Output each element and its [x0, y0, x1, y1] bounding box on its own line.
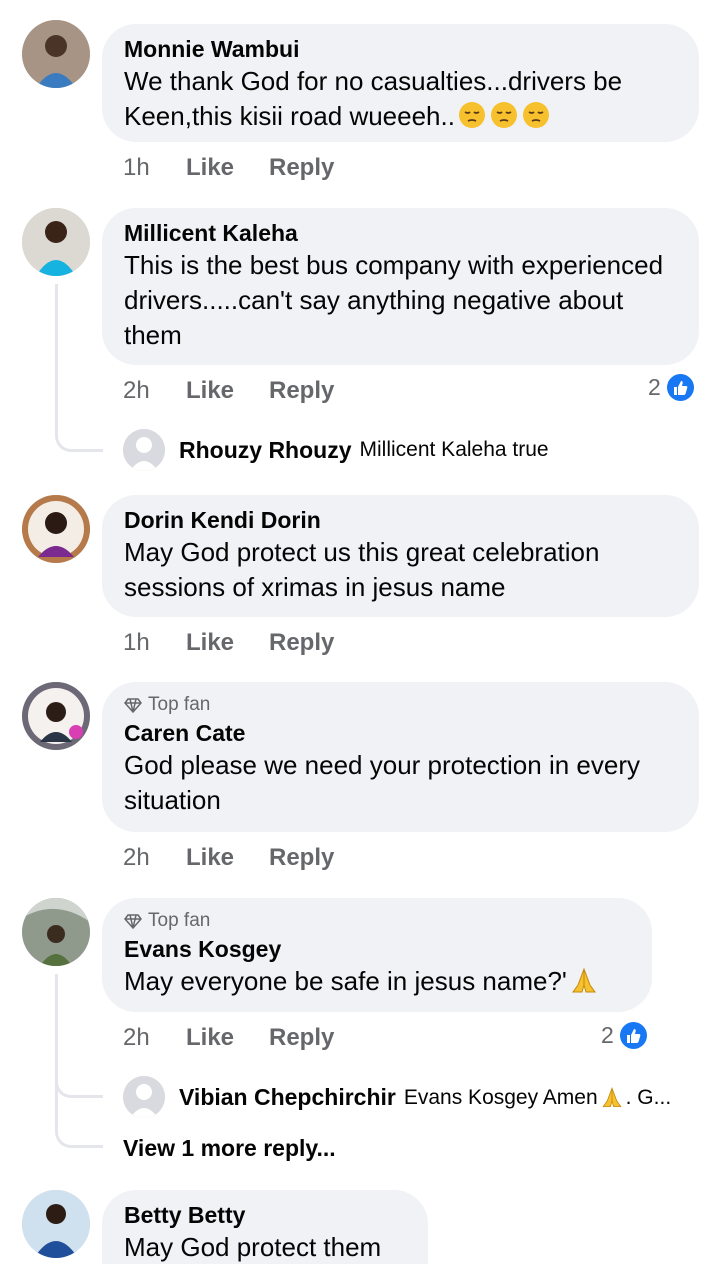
reply-button[interactable]: Reply — [269, 629, 334, 657]
comment-time: 2h — [123, 1024, 150, 1051]
top-fan-badge: Top fan — [124, 908, 630, 934]
reply-author[interactable]: Rhouzy Rhouzy — [179, 437, 352, 464]
comment-text: May everyone be safe in jesus name?' — [124, 964, 630, 999]
reply-button[interactable]: Reply — [269, 1024, 334, 1052]
badge-label: Top fan — [148, 910, 211, 931]
like-button[interactable]: Like — [186, 1024, 269, 1052]
comment-text: We thank God for no casualties...drivers… — [124, 66, 623, 131]
avatar[interactable] — [22, 495, 90, 563]
comment-author[interactable]: Evans Kosgey — [124, 934, 630, 964]
diamond-icon — [124, 914, 142, 930]
reply-button[interactable]: Reply — [269, 377, 334, 405]
avatar[interactable] — [22, 208, 90, 276]
thumbs-up-icon — [666, 374, 694, 401]
praying-hands-icon — [571, 967, 596, 993]
comment-author[interactable]: Millicent Kaleha — [124, 218, 677, 248]
pensive-face-icon — [522, 102, 549, 128]
comment-time: 1h — [123, 629, 150, 656]
default-avatar-icon — [123, 429, 165, 471]
default-avatar-icon — [123, 1076, 165, 1118]
diamond-icon — [124, 698, 142, 714]
thread-line — [55, 1080, 103, 1148]
badge-label: Top fan — [148, 694, 211, 715]
reply-text: Evans Kosgey Amen. G... — [403, 1085, 672, 1109]
reply-button[interactable]: Reply — [269, 154, 334, 182]
comment-actions: 2h Like Reply — [123, 1024, 334, 1052]
comment-bubble[interactable]: Millicent Kaleha This is the best bus co… — [102, 208, 699, 365]
comment-bubble[interactable]: Top fan Evans Kosgey May everyone be saf… — [102, 898, 652, 1012]
avatar[interactable] — [22, 682, 90, 750]
like-button[interactable]: Like — [186, 844, 269, 872]
comment-time: 2h — [123, 377, 150, 404]
comment-bubble[interactable]: Betty Betty May God protect them — [102, 1190, 428, 1264]
comment-author[interactable]: Dorin Kendi Dorin — [124, 505, 677, 535]
like-button[interactable]: Like — [186, 629, 269, 657]
comment-author[interactable]: Monnie Wambui — [124, 34, 677, 64]
reply-item[interactable]: Rhouzy Rhouzy Millicent Kaleha true — [123, 429, 549, 471]
reply-button[interactable]: Reply — [269, 844, 334, 872]
comment-bubble[interactable]: Top fan Caren Cate God please we need yo… — [102, 682, 699, 832]
reaction-number: 2 — [648, 374, 661, 400]
reaction-count[interactable]: 2 — [601, 1022, 647, 1049]
comment-time: 1h — [123, 154, 150, 181]
comment-text: God please we need your protection in ev… — [124, 750, 640, 815]
thread-line — [55, 284, 103, 452]
comment-text: This is the best bus company with experi… — [124, 250, 664, 350]
comment-time: 2h — [123, 844, 150, 871]
comment-actions: 1h Like Reply — [123, 154, 334, 182]
reply-item[interactable]: Vibian Chepchirchir Evans Kosgey Amen. G… — [123, 1076, 671, 1118]
top-fan-badge: Top fan — [124, 692, 677, 718]
comment-actions: 2h Like Reply — [123, 377, 334, 405]
reaction-count[interactable]: 2 — [648, 374, 694, 401]
comment-author[interactable]: Caren Cate — [124, 718, 677, 748]
reply-author[interactable]: Vibian Chepchirchir — [179, 1084, 396, 1111]
comment-bubble[interactable]: Monnie Wambui We thank God for no casual… — [102, 24, 699, 142]
avatar[interactable] — [22, 20, 90, 88]
comment-text: May God protect us this great celebratio… — [124, 537, 600, 602]
pensive-face-icon — [490, 102, 517, 128]
comment-author[interactable]: Betty Betty — [124, 1200, 406, 1230]
thumbs-up-icon — [619, 1022, 647, 1049]
comment-actions: 2h Like Reply — [123, 844, 334, 872]
avatar[interactable] — [22, 1190, 90, 1258]
reply-text: Millicent Kaleha true — [359, 438, 549, 461]
comment-text: May God protect them — [124, 1232, 382, 1262]
praying-hands-icon — [602, 1086, 622, 1107]
like-button[interactable]: Like — [186, 154, 269, 182]
view-more-replies-link[interactable]: View 1 more reply... — [123, 1135, 336, 1162]
like-button[interactable]: Like — [186, 377, 269, 405]
comment-bubble[interactable]: Dorin Kendi Dorin May God protect us thi… — [102, 495, 699, 617]
comment-actions: 1h Like Reply — [123, 629, 334, 657]
pensive-face-icon — [458, 102, 485, 128]
avatar[interactable] — [22, 898, 90, 966]
reaction-number: 2 — [601, 1022, 614, 1048]
